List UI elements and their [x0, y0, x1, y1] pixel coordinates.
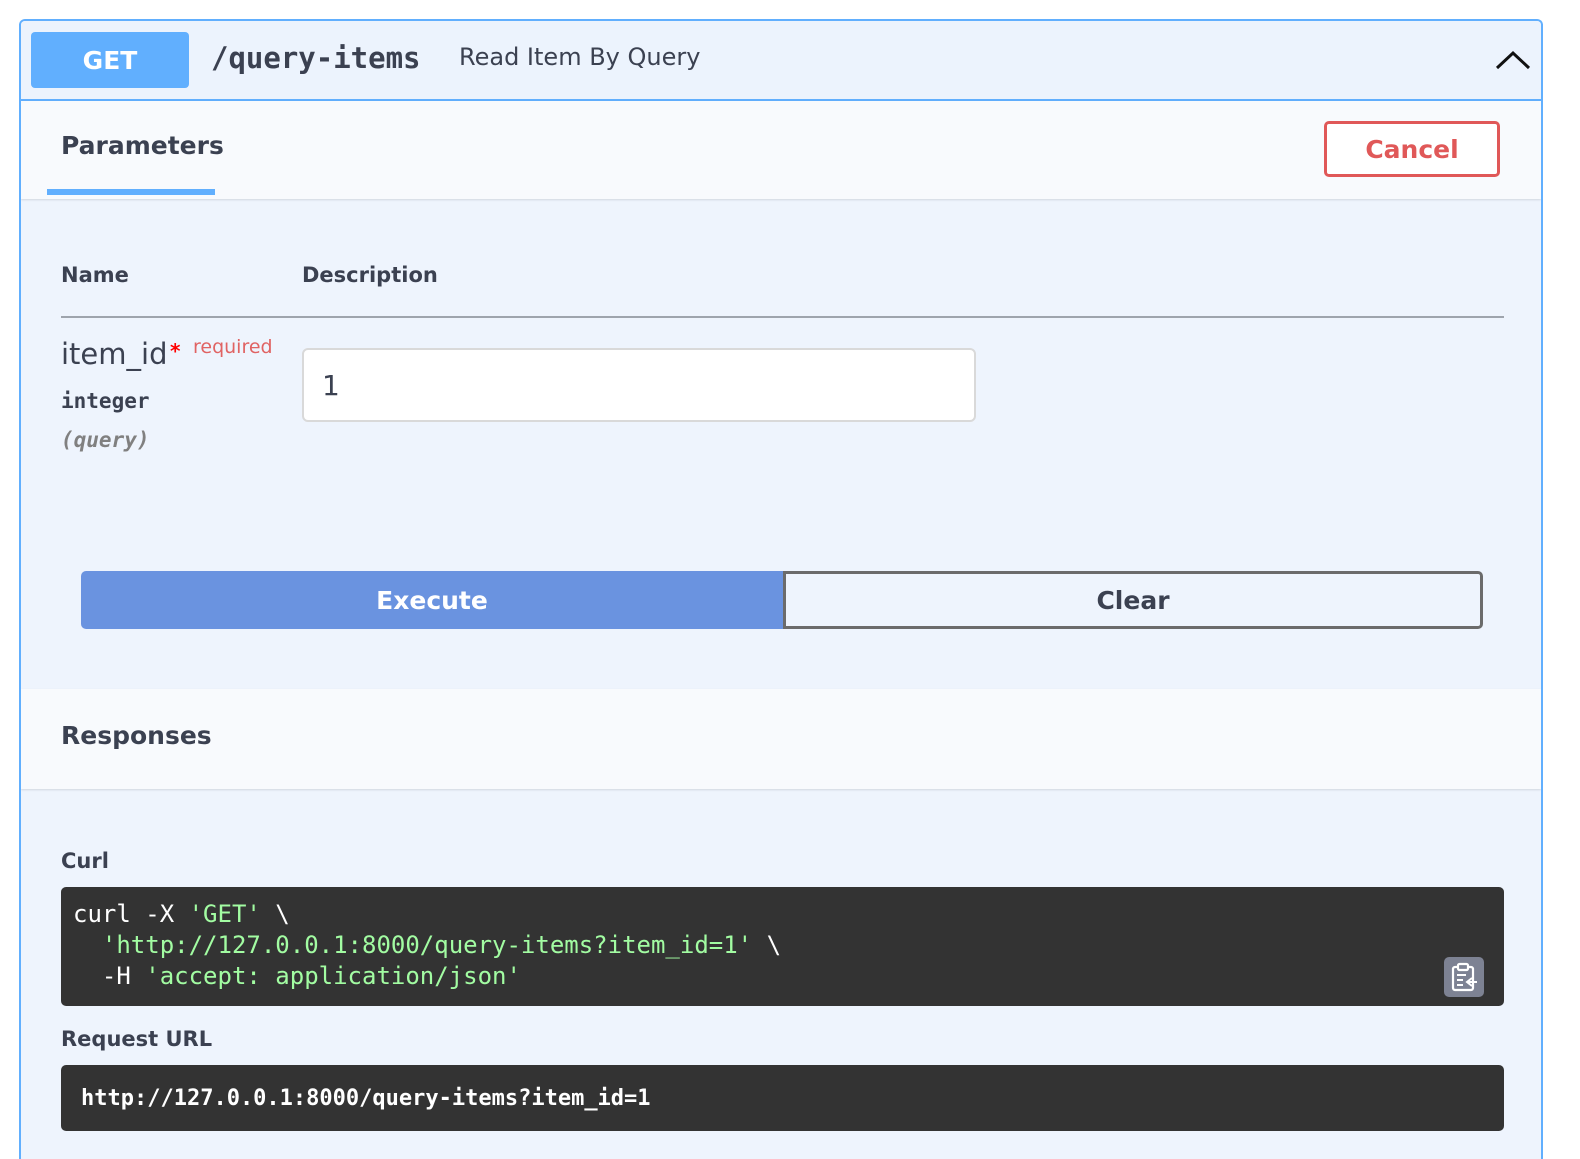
curl-code-block[interactable]: curl -X 'GET' \ 'http://127.0.0.1:8000/q…: [61, 887, 1504, 1006]
clipboard-copy-icon[interactable]: [1444, 957, 1484, 997]
curl-header-string: 'accept: application/json': [145, 962, 521, 990]
parameters-header: Parameters Cancel: [21, 101, 1541, 199]
operation-block: GET /query-items Read Item By Query Para…: [19, 19, 1543, 1159]
curl-indent: [73, 931, 102, 959]
cancel-button[interactable]: Cancel: [1324, 121, 1500, 177]
curl-line-continuation: \: [752, 931, 782, 959]
tab-active-indicator: [47, 189, 215, 195]
operation-description: Read Item By Query: [459, 43, 701, 71]
curl-header-flag: -H: [73, 962, 146, 990]
operation-summary[interactable]: GET /query-items Read Item By Query: [21, 21, 1541, 101]
parameter-name: item_id: [61, 337, 168, 371]
responses-title: Responses: [61, 721, 212, 750]
clear-button[interactable]: Clear: [783, 571, 1483, 629]
curl-method-string: 'GET': [188, 900, 261, 928]
request-url-label: Request URL: [61, 1027, 213, 1051]
item-id-input[interactable]: [302, 348, 976, 422]
curl-line-continuation: \: [260, 900, 290, 928]
responses-header: Responses: [21, 689, 1541, 789]
method-badge: GET: [31, 32, 189, 88]
execute-button[interactable]: Execute: [81, 571, 783, 629]
required-label: required: [193, 336, 273, 358]
parameter-type: integer: [61, 389, 150, 413]
tab-parameters[interactable]: Parameters: [61, 131, 224, 160]
chevron-up-icon[interactable]: [1493, 43, 1533, 77]
column-header-name: Name: [61, 263, 129, 287]
operation-path: /query-items: [211, 41, 421, 75]
curl-command: curl -X: [73, 900, 189, 928]
required-asterisk: *: [170, 339, 181, 363]
parameter-location: (query): [61, 428, 150, 452]
table-divider: [61, 316, 1504, 318]
request-url-block[interactable]: http://127.0.0.1:8000/query-items?item_i…: [61, 1065, 1504, 1131]
column-header-description: Description: [302, 263, 438, 287]
curl-url-string: 'http://127.0.0.1:8000/query-items?item_…: [101, 931, 753, 959]
curl-label: Curl: [61, 849, 109, 873]
